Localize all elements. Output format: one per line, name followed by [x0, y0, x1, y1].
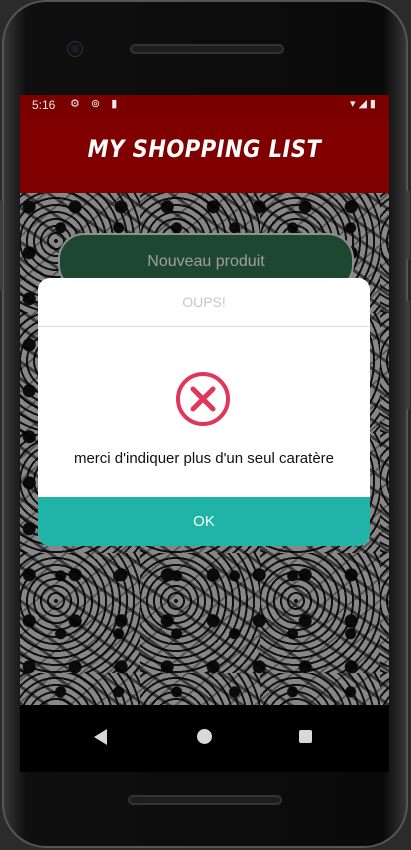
- recent-apps-icon[interactable]: [299, 730, 312, 743]
- status-time: 5:16: [32, 98, 56, 112]
- dialog-title: OUPS!: [38, 278, 370, 327]
- error-dialog: OUPS! merci d'indiquer plus d'un seul ca…: [38, 278, 370, 546]
- status-bar: 5:16 ⚙ ⊚ ▮ ▾◢▮: [20, 95, 389, 115]
- earpiece-speaker: [130, 44, 284, 54]
- front-camera: [68, 42, 82, 56]
- app-bar: MY SHOPPING LIST: [20, 115, 389, 193]
- bottom-speaker: [128, 795, 282, 805]
- home-icon[interactable]: [197, 729, 212, 744]
- volume-button: [406, 300, 410, 410]
- system-status-icons: ▾◢▮: [349, 98, 379, 110]
- navigation-bar: [20, 707, 389, 772]
- back-icon[interactable]: [94, 729, 107, 745]
- app-title: MY SHOPPING LIST: [87, 135, 322, 163]
- dialog-message: merci d'indiquer plus d'un seul caratère: [73, 450, 335, 467]
- power-button: [406, 190, 410, 260]
- side-button: [0, 200, 3, 290]
- error-x-icon: [176, 372, 230, 426]
- notification-icons: ⚙ ⊚ ▮: [70, 98, 122, 110]
- screen: 5:16 ⚙ ⊚ ▮ ▾◢▮ MY SHOPPING LIST Nouveau …: [20, 95, 389, 772]
- ok-button[interactable]: OK: [38, 497, 370, 546]
